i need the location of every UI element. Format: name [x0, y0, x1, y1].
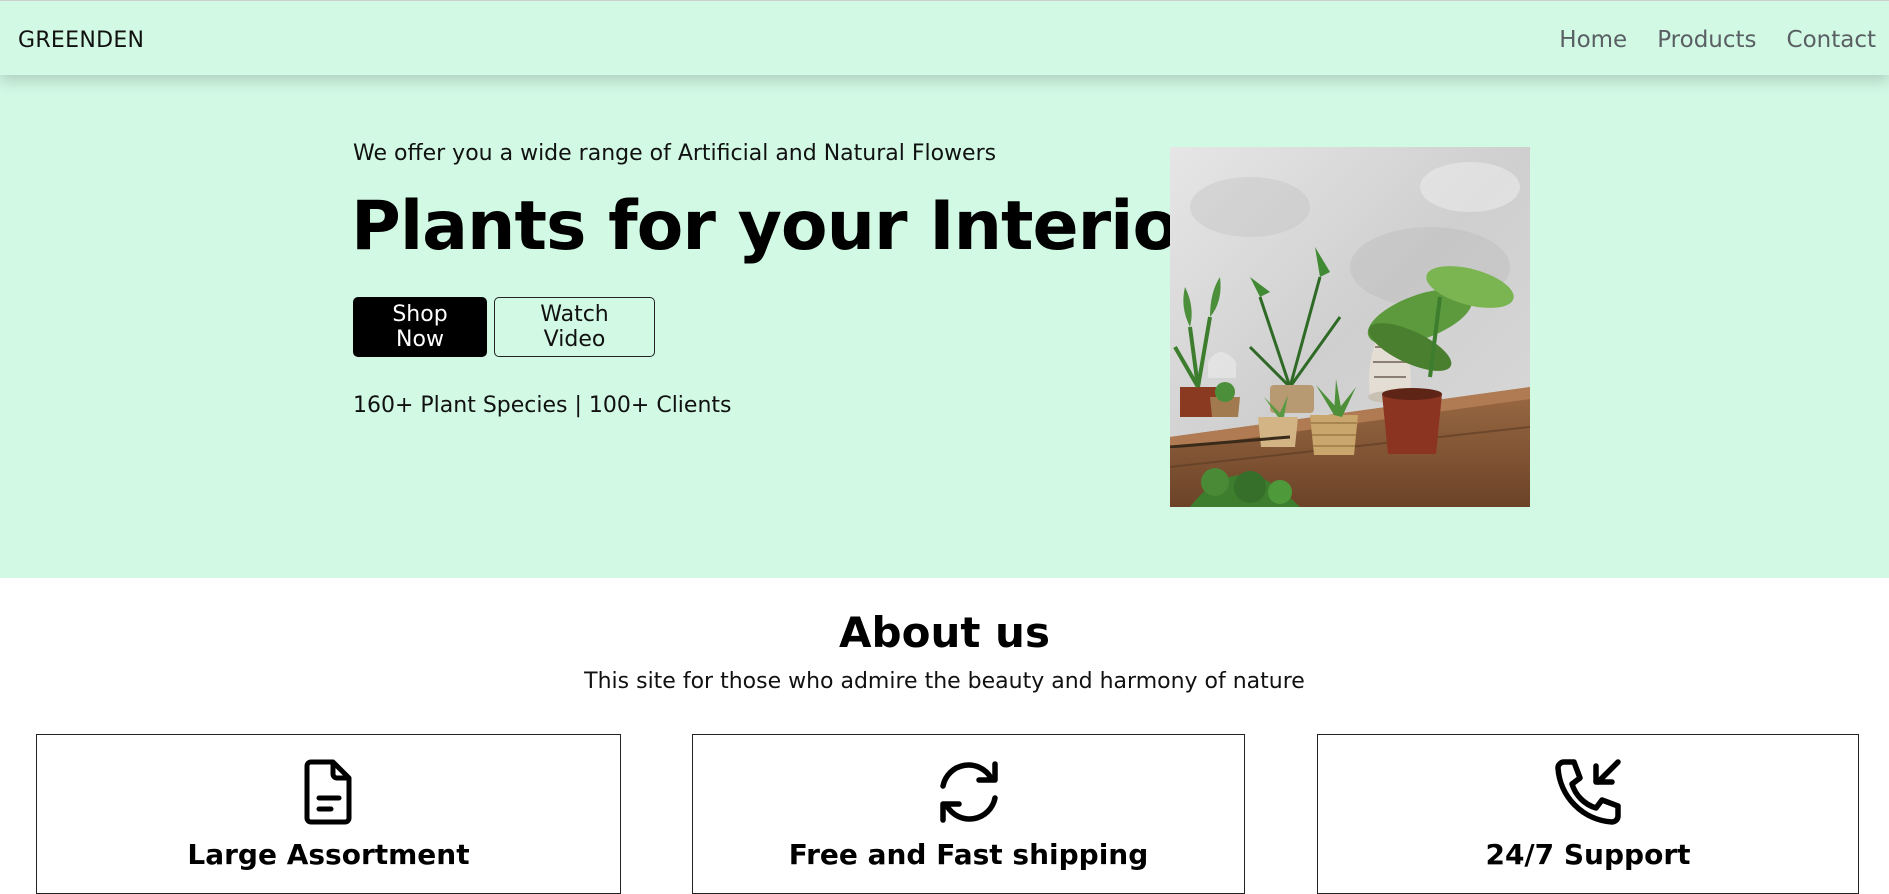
about-title: About us — [839, 608, 1050, 657]
nav-links: Home Products Contact — [1559, 27, 1876, 53]
feature-title: Large Assortment — [187, 838, 470, 871]
hero-stats: 160+ Plant Species | 100+ Clients — [353, 393, 732, 418]
refresh-icon — [929, 752, 1009, 832]
hero-plants-image — [1170, 147, 1530, 507]
nav-link-home[interactable]: Home — [1559, 27, 1627, 53]
feature-card-support: 24/7 Support — [1317, 734, 1859, 894]
feature-title: 24/7 Support — [1485, 838, 1691, 871]
watch-video-button[interactable]: Watch Video — [494, 297, 655, 357]
phone-incoming-icon — [1548, 752, 1628, 832]
hero-title: Plants for your Interior — [351, 187, 1212, 266]
hero-section: We offer you a wide range of Artificial … — [0, 75, 1889, 578]
about-subtitle: This site for those who admire the beaut… — [584, 669, 1305, 694]
shop-now-button[interactable]: Shop Now — [353, 297, 487, 357]
document-icon — [289, 752, 369, 832]
hero-buttons: Shop Now Watch Video — [353, 297, 655, 357]
hero-subtitle: We offer you a wide range of Artificial … — [353, 141, 997, 166]
navbar: GREENDEN Home Products Contact — [0, 0, 1889, 75]
brand-logo[interactable]: GREENDEN — [18, 28, 144, 53]
nav-link-contact[interactable]: Contact — [1787, 27, 1876, 53]
nav-link-products[interactable]: Products — [1657, 27, 1756, 53]
feature-title: Free and Fast shipping — [788, 838, 1149, 871]
feature-card-assortment: Large Assortment — [36, 734, 621, 894]
feature-card-shipping: Free and Fast shipping — [692, 734, 1245, 894]
